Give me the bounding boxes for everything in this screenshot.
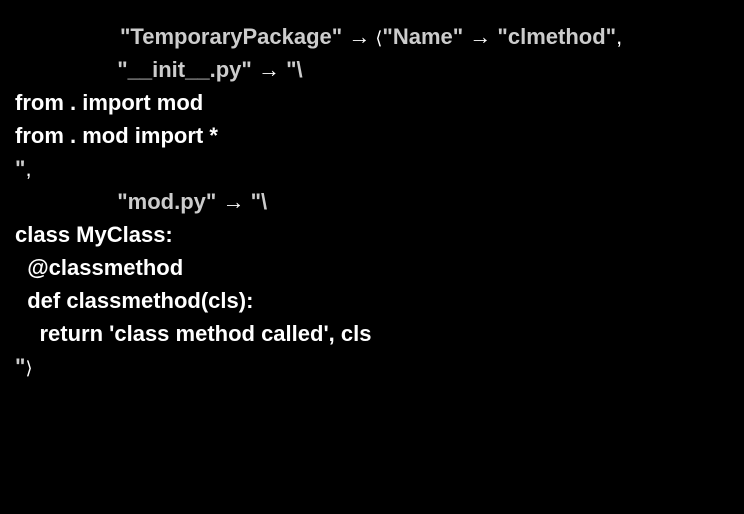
arrow-icon: →: [469, 24, 491, 49]
string-literal: "\: [251, 189, 268, 214]
code-line-7: class MyClass:: [15, 218, 724, 251]
string-literal: "clmethod": [497, 24, 616, 49]
code-line-2: "__init__.py" → "\: [15, 53, 724, 86]
code-line-8: @classmethod: [15, 251, 724, 284]
string-literal: "\: [286, 57, 303, 82]
string-literal: "mod.py": [117, 189, 216, 214]
code-line-5: ",: [15, 152, 724, 185]
code-line-9: def classmethod(cls):: [15, 284, 724, 317]
code-line-6: "mod.py" → "\: [15, 185, 724, 218]
arrow-icon: →: [348, 24, 370, 49]
code-line-11: "⟩: [15, 350, 724, 383]
string-literal: "__init__.py": [117, 57, 252, 82]
arrow-icon: →: [222, 189, 244, 214]
string-literal: "TemporaryPackage": [120, 24, 342, 49]
string-literal: ": [15, 354, 25, 379]
code-line-4: from . mod import *: [15, 119, 724, 152]
string-literal: ": [15, 156, 25, 181]
code-line-10: return 'class method called', cls: [15, 317, 724, 350]
code-line-1: "TemporaryPackage" → ⟨"Name" → "clmethod…: [15, 20, 724, 53]
arrow-icon: →: [258, 57, 280, 82]
string-literal: "Name": [382, 24, 463, 49]
code-line-3: from . import mod: [15, 86, 724, 119]
